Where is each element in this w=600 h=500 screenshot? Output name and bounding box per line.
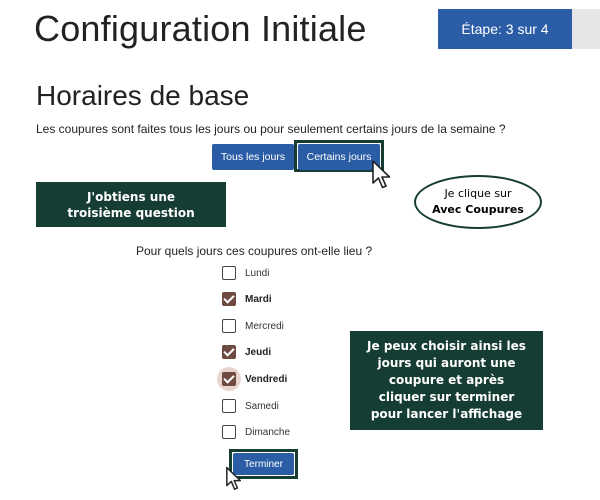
day-label: Vendredi [245, 373, 288, 385]
days-scope-question: Les coupures sont faites tous les jours … [36, 122, 506, 136]
day-label: Lundi [245, 267, 270, 279]
step-badge: Étape: 3 sur 4 [438, 9, 572, 49]
day-option-vendredi[interactable]: Vendredi [217, 367, 288, 391]
day-option-mardi[interactable]: Mardi [222, 290, 272, 308]
day-label: Jeudi [245, 346, 272, 358]
days-question: Pour quels jours ces coupures ont-elle l… [136, 244, 373, 258]
cursor-arrow-icon [226, 466, 242, 490]
some-days-button[interactable]: Certains jours [298, 144, 380, 170]
section-title: Horaires de base [36, 80, 250, 111]
day-option-lundi[interactable]: Lundi [222, 264, 269, 282]
checkbox-checked[interactable] [222, 345, 236, 359]
choose-days-note: Je peux choisir ainsi les jours qui auro… [350, 331, 543, 430]
day-option-jeudi[interactable]: Jeudi [222, 343, 271, 361]
click-note-target: Avec Coupures [432, 203, 524, 216]
day-label: Mardi [245, 293, 272, 305]
click-note-prefix: Je clique sur [444, 187, 512, 200]
day-option-samedi[interactable]: Samedi [222, 397, 279, 415]
checkbox[interactable] [222, 425, 236, 439]
step-progress-remainder [572, 9, 600, 49]
cursor-arrow-icon [372, 160, 391, 189]
click-note-bubble: Je clique sur Avec Coupures [414, 175, 542, 229]
day-option-dimanche[interactable]: Dimanche [222, 423, 290, 441]
checkbox[interactable] [222, 399, 236, 413]
checkbox-checked[interactable] [222, 372, 236, 386]
all-days-button[interactable]: Tous les jours [212, 144, 294, 170]
day-option-mercredi[interactable]: Mercredi [222, 317, 284, 335]
day-label: Mercredi [245, 320, 284, 332]
checkbox-checked[interactable] [222, 292, 236, 306]
checkbox[interactable] [222, 319, 236, 333]
day-label: Dimanche [245, 426, 291, 438]
day-label: Samedi [245, 400, 279, 412]
page-title: Configuration Initiale [34, 8, 367, 49]
checkbox[interactable] [222, 266, 236, 280]
third-question-note: J'obtiens une troisième question [36, 182, 226, 227]
